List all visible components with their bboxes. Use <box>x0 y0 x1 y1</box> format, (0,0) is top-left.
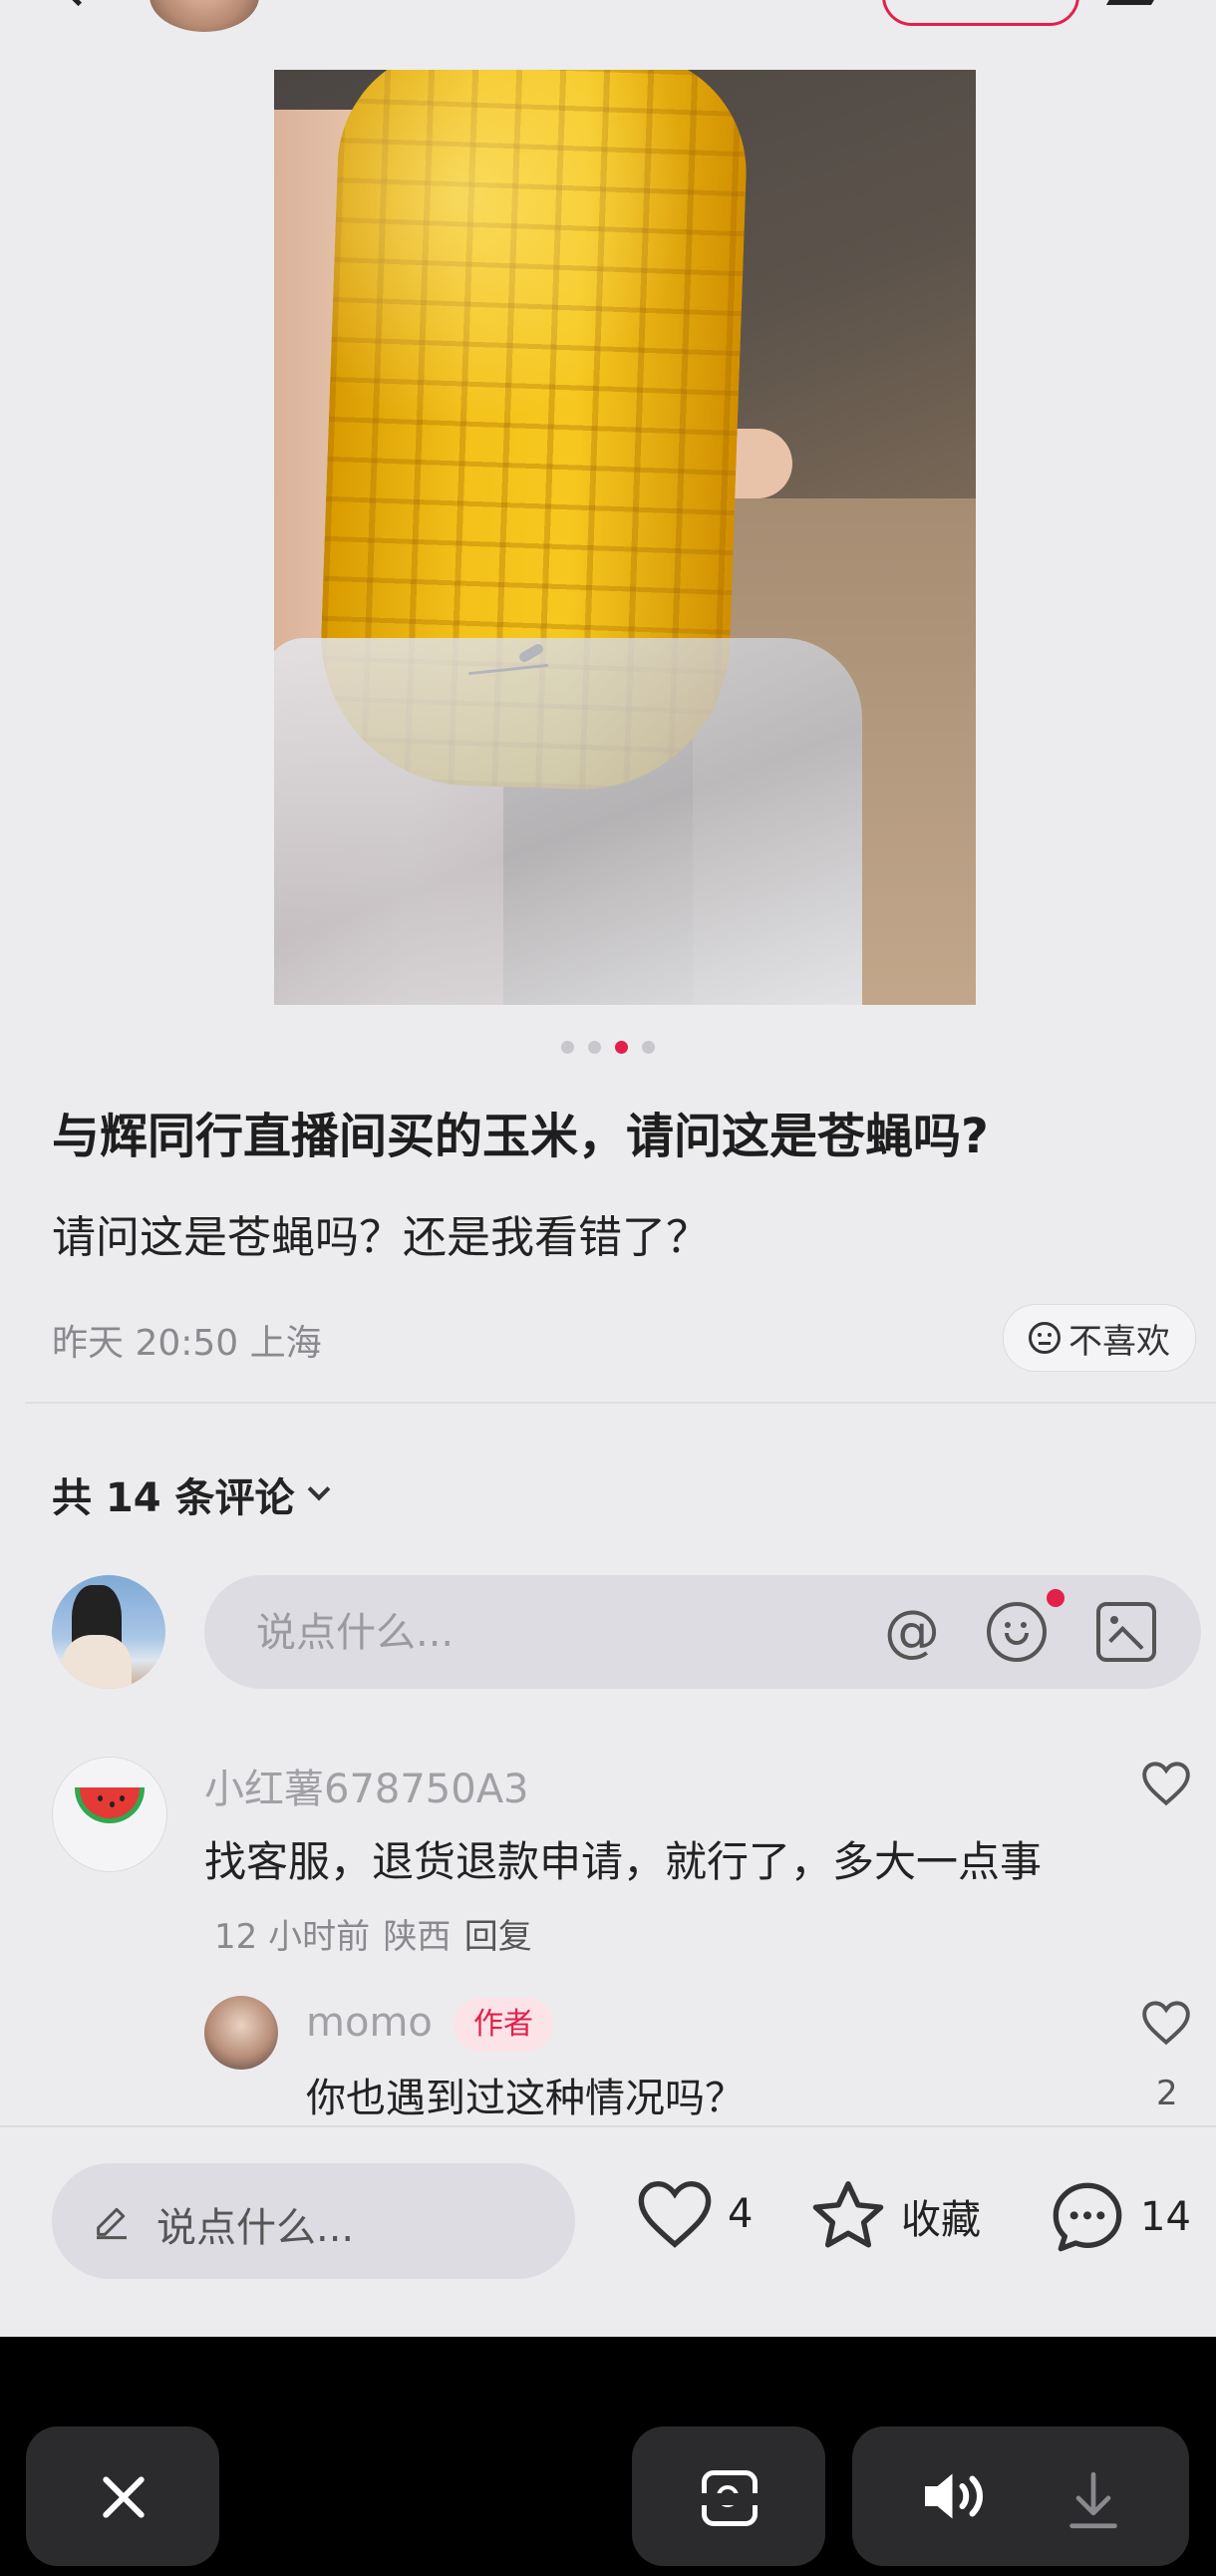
emoji-icon[interactable] <box>987 1602 1047 1662</box>
back-icon[interactable] <box>60 0 97 7</box>
like-button[interactable]: 4 <box>634 2177 753 2251</box>
comment-input[interactable] <box>254 1605 757 1661</box>
pencil-icon <box>97 2207 127 2240</box>
post-title: 与辉同行直播间买的玉米，请问这是苍蝇吗? <box>52 1109 989 1164</box>
bottom-action-bar: 说点什么... 4 收藏 14 <box>0 2125 1216 2337</box>
share-icon[interactable] <box>1105 0 1172 5</box>
carousel-dot[interactable] <box>561 1041 574 1054</box>
like-count: 4 <box>728 2191 754 2237</box>
comment-button[interactable]: 14 <box>1047 2177 1191 2257</box>
close-button[interactable] <box>26 2426 219 2566</box>
follow-button[interactable] <box>882 0 1079 26</box>
comment-count-toggle[interactable]: 共 14 条评论 <box>52 1465 330 1523</box>
bottom-input-placeholder: 说点什么... <box>156 2205 355 2251</box>
reply-like-count: 2 <box>1156 2074 1178 2113</box>
lens-button[interactable] <box>632 2426 825 2566</box>
post-image[interactable] <box>274 70 976 1005</box>
plastic-bag <box>274 638 862 1005</box>
heart-icon[interactable] <box>1139 1760 1193 1807</box>
star-icon <box>812 2181 884 2248</box>
comment-bubble-icon <box>1053 2182 1122 2252</box>
favorite-button[interactable]: 收藏 <box>807 2177 981 2255</box>
top-bar <box>0 0 1216 32</box>
comment-count-label: 共 14 条评论 <box>52 1475 295 1521</box>
post-meta: 昨天 20:50 上海 <box>52 1323 322 1364</box>
author-avatar[interactable] <box>150 0 259 32</box>
speaker-icon[interactable] <box>920 2468 990 2524</box>
media-controls <box>852 2426 1189 2566</box>
at-icon[interactable]: @ <box>882 1602 942 1662</box>
dislike-label: 不喜欢 <box>1068 1321 1170 1362</box>
comment-location: 陕西 <box>383 1917 452 1957</box>
avatar-body <box>62 1635 132 1689</box>
reply-avatar[interactable] <box>204 1996 278 2070</box>
post-description: 请问这是苍蝇吗？还是我看错了？ <box>52 1212 710 1263</box>
divider <box>25 1402 1216 1404</box>
notification-dot <box>1047 1589 1064 1607</box>
commenter-name[interactable]: 小红薯678750A3 <box>204 1757 529 1814</box>
post-screen: 与辉同行直播间买的玉米，请问这是苍蝇吗? 请问这是苍蝇吗？还是我看错了？ 昨天 … <box>0 0 1216 2337</box>
chevron-down-icon <box>307 1477 330 1501</box>
carousel-dot[interactable] <box>588 1041 601 1054</box>
comment-count: 14 <box>1140 2194 1191 2240</box>
watermelon-icon <box>75 1787 145 1823</box>
carousel-dot[interactable] <box>642 1041 655 1054</box>
carousel-dot-active[interactable] <box>615 1041 628 1054</box>
heart-icon[interactable] <box>1139 1999 1193 2047</box>
commenter-avatar[interactable] <box>52 1757 167 1872</box>
dislike-button[interactable]: 不喜欢 <box>1003 1304 1196 1372</box>
dislike-face-icon <box>1029 1322 1061 1354</box>
favorite-label: 收藏 <box>901 2197 981 2243</box>
comment-time: 12 小时前 <box>214 1917 371 1957</box>
reply-text: 你也遇到过这种情况吗？ <box>306 2076 745 2121</box>
reply-link[interactable]: 回复 <box>464 1917 532 1957</box>
comment-input-box[interactable]: @ <box>204 1575 1201 1689</box>
image-icon[interactable] <box>1096 1602 1156 1662</box>
comment-text: 找客服，退货退款申请，就行了，多大一点事 12 小时前 陕西 回复 <box>204 1826 1081 1973</box>
lens-icon <box>699 2470 768 2526</box>
author-badge: 作者 <box>454 1998 553 2052</box>
carousel-dots <box>0 1039 1216 1054</box>
current-user-avatar <box>52 1575 165 1689</box>
reply-user-name[interactable]: momo <box>306 2000 433 2046</box>
download-icon[interactable] <box>1067 2470 1119 2530</box>
heart-icon <box>638 2181 712 2248</box>
comment-body: 找客服，退货退款申请，就行了，多大一点事 <box>204 1837 1043 1886</box>
bottom-comment-input[interactable]: 说点什么... <box>52 2163 575 2279</box>
